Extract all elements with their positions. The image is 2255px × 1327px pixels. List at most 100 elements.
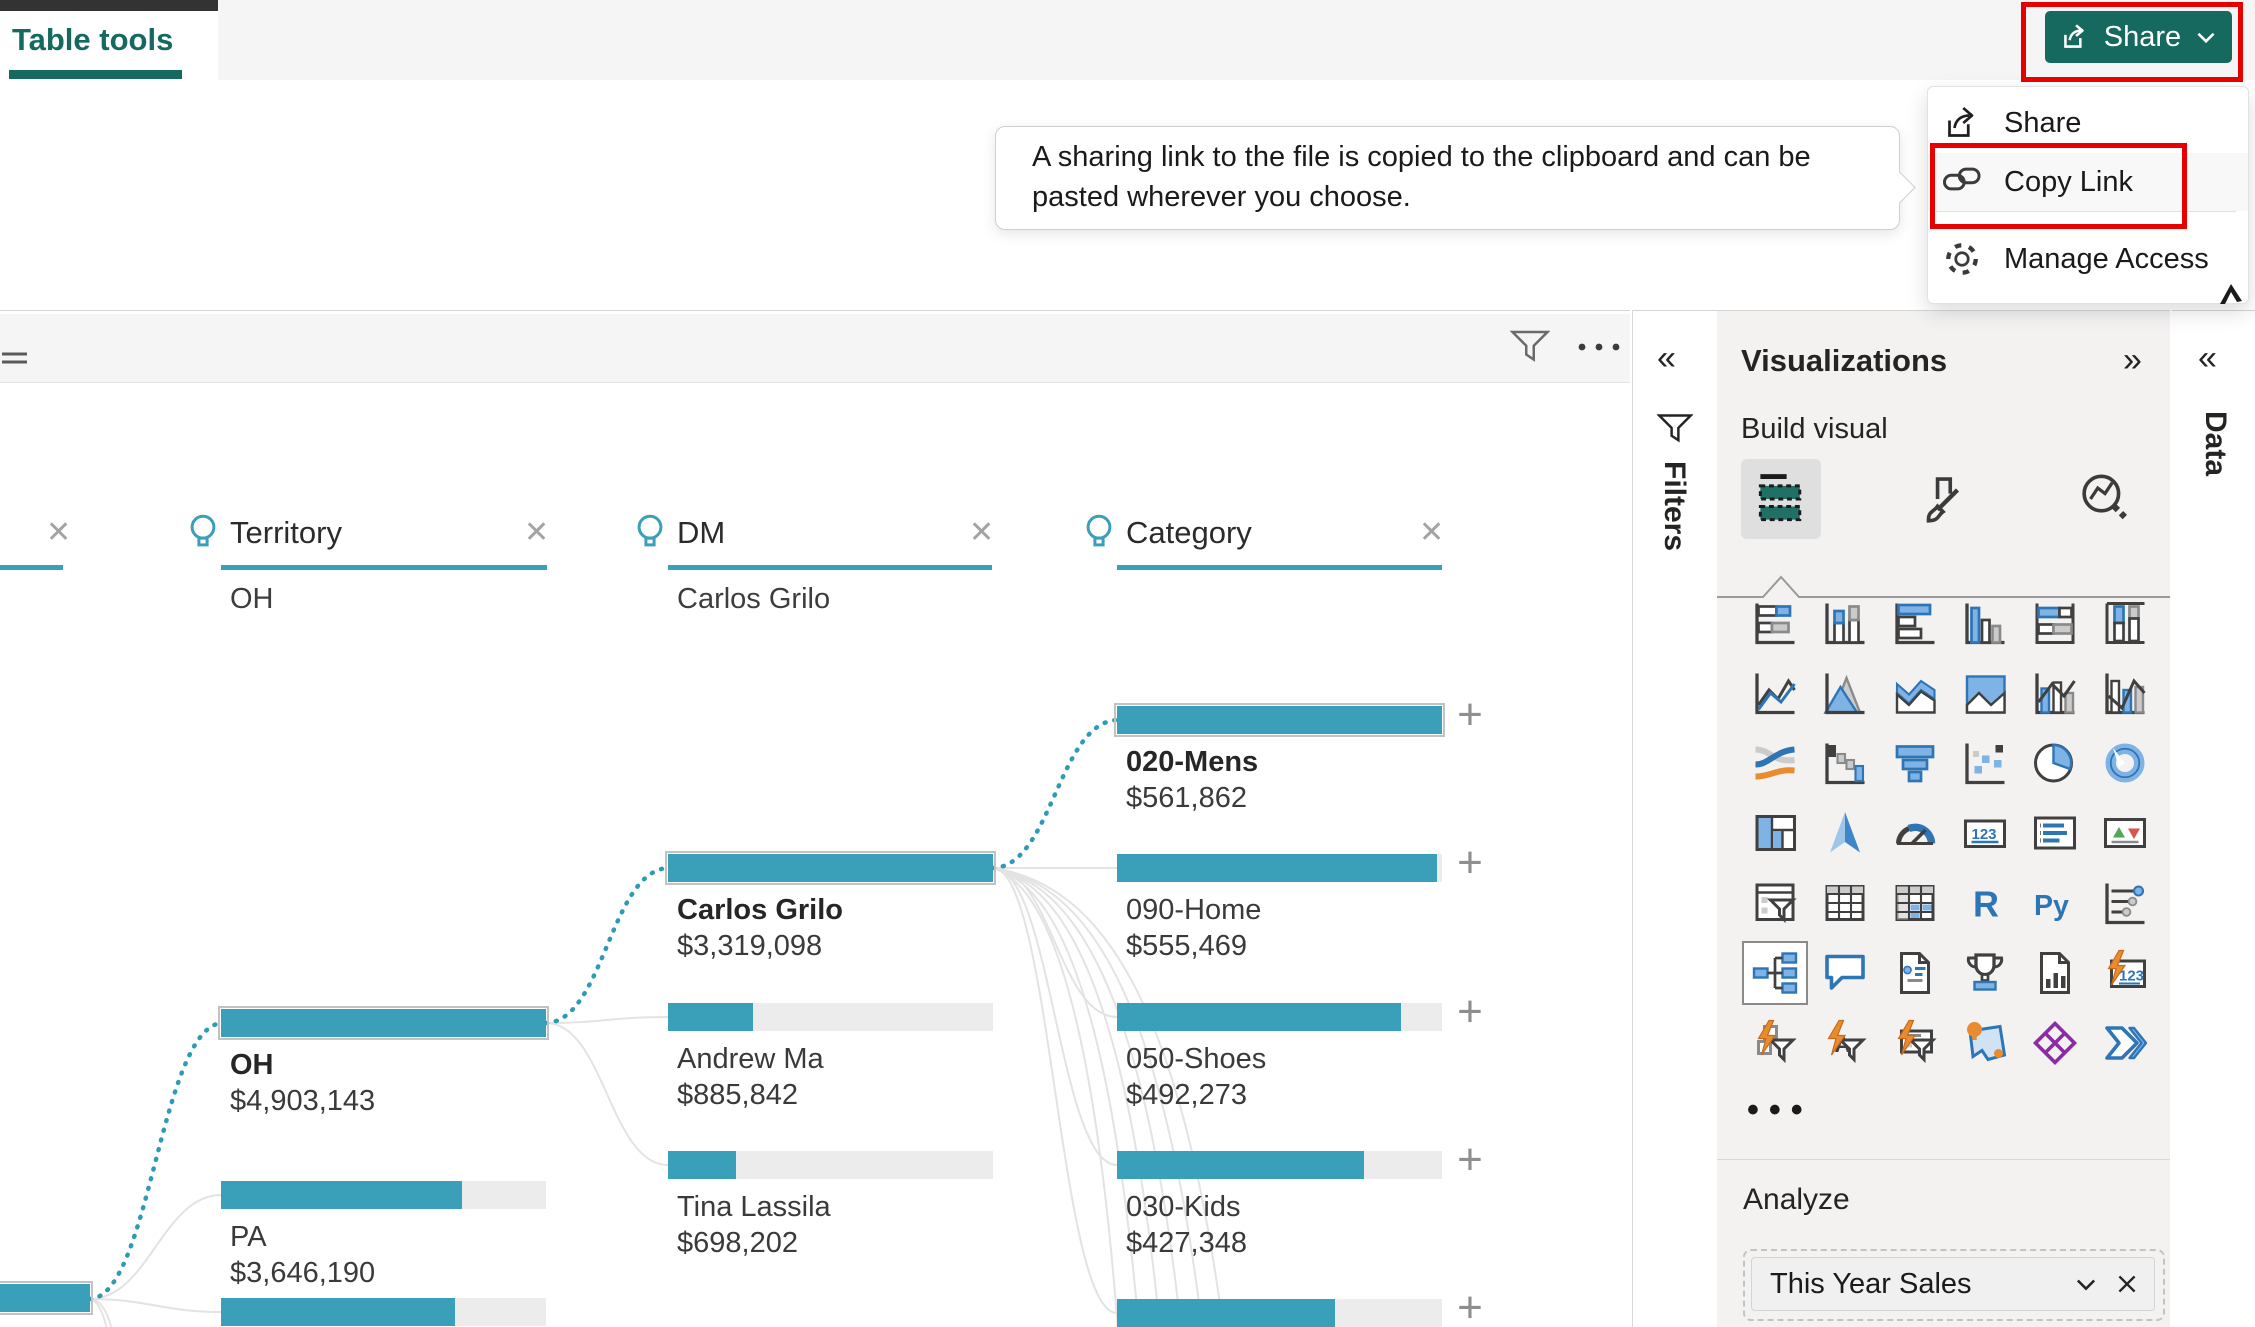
tree-node-carlos-grilo[interactable]: Carlos Grilo$3,319,098 — [668, 854, 993, 964]
window-top-strip — [0, 0, 218, 11]
tab-table-tools[interactable]: Table tools — [0, 0, 218, 80]
node-bar[interactable] — [668, 1003, 993, 1031]
menu-item-manage-access[interactable]: Manage Access — [1928, 227, 2248, 291]
expand-node-button[interactable]: + — [1452, 1293, 1488, 1327]
node-bar[interactable] — [221, 1181, 546, 1209]
lightbulb-icon[interactable] — [1084, 513, 1114, 555]
visual-type-stacked-bar-100-chart-icon[interactable] — [2024, 593, 2086, 653]
node-value: $561,862 — [1126, 782, 1247, 815]
visual-type-text-slicer-icon[interactable]: A — [1814, 1013, 1876, 1073]
node-bar[interactable] — [221, 1298, 546, 1326]
expand-filters-icon[interactable]: « — [1657, 339, 1676, 378]
tree-node-tina-lassila[interactable]: Tina Lassila$698,202 — [668, 1151, 993, 1261]
tree-node-cut[interactable] — [1117, 1299, 1442, 1327]
visual-type-key-influencers-icon[interactable] — [2094, 873, 2156, 933]
filters-pane-title[interactable]: Filters — [1657, 461, 1691, 551]
visual-type-clustered-bar-chart-icon[interactable] — [1884, 593, 1946, 653]
header-label[interactable]: Category — [1126, 515, 1252, 551]
visual-type-gauge-icon[interactable] — [1884, 803, 1946, 863]
tab-build-visual[interactable] — [1741, 459, 1821, 539]
visual-type-smart-narrative-icon[interactable] — [1884, 943, 1946, 1003]
visual-type-line-clustered-column-chart-icon[interactable] — [2094, 663, 2156, 723]
visual-type-funnel-chart-icon[interactable] — [1884, 733, 1946, 793]
visual-type-python-icon[interactable]: Py — [2024, 873, 2086, 933]
node-bar[interactable] — [668, 1151, 993, 1179]
visual-type-power-apps-icon[interactable] — [2024, 1013, 2086, 1073]
visual-type-new-card-icon[interactable]: 123 — [2094, 943, 2156, 1003]
visual-type-treemap-icon[interactable] — [1744, 803, 1806, 863]
field-remove-icon[interactable] — [2114, 1271, 2140, 1297]
expand-node-button[interactable]: + — [1452, 848, 1488, 884]
expand-data-icon[interactable]: « — [2198, 339, 2217, 378]
visual-type-kpi-icon[interactable] — [2094, 803, 2156, 863]
node-bar[interactable] — [221, 1009, 546, 1037]
tree-node-andrew-ma[interactable]: Andrew Ma$885,842 — [668, 1003, 993, 1113]
tree-node-cut[interactable] — [221, 1298, 546, 1327]
analyze-field-pill[interactable]: This Year Sales — [1751, 1257, 2155, 1311]
visual-type-new-slicer-icon[interactable] — [1744, 1013, 1806, 1073]
close-icon[interactable]: ✕ — [524, 515, 549, 550]
tree-node-020-mens[interactable]: 020-Mens$561,862 — [1117, 706, 1442, 816]
filter-funnel-icon[interactable] — [1657, 413, 1693, 445]
lightbulb-icon[interactable] — [635, 513, 665, 555]
visual-type-donut-chart-icon[interactable] — [2094, 733, 2156, 793]
visual-type-power-automate-icon[interactable] — [2094, 1013, 2156, 1073]
visual-type-slicer-icon[interactable] — [1744, 873, 1806, 933]
visual-type-q-and-a-icon[interactable] — [1814, 943, 1876, 1003]
visual-type-table-icon[interactable] — [1814, 873, 1876, 933]
visual-type-azure-map-icon[interactable] — [1954, 1013, 2016, 1073]
header-label[interactable]: Territory — [230, 515, 342, 551]
visual-type-line-chart-icon[interactable] — [1744, 663, 1806, 723]
expand-node-button[interactable]: + — [1452, 700, 1488, 736]
visual-type-stacked-column-100-chart-icon[interactable] — [2094, 593, 2156, 653]
visual-type-button-slicer-icon[interactable] — [1884, 1013, 1946, 1073]
tree-node-090-home[interactable]: 090-Home$555,469 — [1117, 854, 1442, 964]
visual-type-clustered-column-chart-icon[interactable] — [1954, 593, 2016, 653]
tree-node-030-kids[interactable]: 030-Kids$427,348 — [1117, 1151, 1442, 1261]
visual-type-area-chart-icon[interactable] — [1814, 663, 1876, 723]
visual-type-stacked-bar-chart-icon[interactable] — [1744, 593, 1806, 653]
visual-type-scatter-chart-icon[interactable] — [1954, 733, 2016, 793]
visual-type-line-stacked-column-chart-icon[interactable] — [2024, 663, 2086, 723]
tree-node-oh[interactable]: OH$4,903,143 — [221, 1009, 546, 1119]
expand-node-button[interactable]: + — [1452, 1145, 1488, 1181]
close-icon[interactable]: ✕ — [46, 515, 71, 550]
share-icon — [1942, 103, 1982, 143]
analyze-field-well[interactable]: This Year Sales — [1743, 1249, 2165, 1321]
node-bar[interactable] — [1117, 1299, 1442, 1327]
visual-type-stacked-area-100-chart-icon[interactable] — [1954, 663, 2016, 723]
tree-node-pa[interactable]: PA$3,646,190 — [221, 1181, 546, 1291]
header-label[interactable]: DM — [677, 515, 725, 551]
data-pane-title[interactable]: Data — [2198, 411, 2232, 476]
visual-type-multi-row-card-icon[interactable] — [2024, 803, 2086, 863]
visual-type-metrics-icon[interactable] — [1954, 943, 2016, 1003]
node-bar[interactable] — [0, 1284, 90, 1312]
node-bar[interactable] — [1117, 854, 1442, 882]
node-bar[interactable] — [1117, 706, 1442, 734]
tab-analytics[interactable] — [2065, 459, 2145, 539]
visual-type-paginated-report-icon[interactable] — [2024, 943, 2086, 1003]
visual-type-ribbon-chart-icon[interactable] — [1744, 733, 1806, 793]
expand-node-button[interactable]: + — [1452, 997, 1488, 1033]
visual-type-stacked-area-chart-icon[interactable] — [1884, 663, 1946, 723]
close-icon[interactable]: ✕ — [1419, 515, 1444, 550]
tree-node-050-shoes[interactable]: 050-Shoes$492,273 — [1117, 1003, 1442, 1113]
collapse-visualizations-icon[interactable]: » — [2123, 341, 2142, 380]
visual-type-matrix-icon[interactable] — [1884, 873, 1946, 933]
visual-type-map-icon[interactable] — [1814, 803, 1876, 863]
more-visuals-button[interactable]: ••• — [1747, 1091, 1813, 1130]
visual-type-waterfall-chart-icon[interactable] — [1814, 733, 1876, 793]
visual-type-pie-chart-icon[interactable] — [2024, 733, 2086, 793]
close-icon[interactable]: ✕ — [969, 515, 994, 550]
node-bar[interactable] — [1117, 1151, 1442, 1179]
visual-type-r-script-icon[interactable]: R — [1954, 873, 2016, 933]
visual-type-decomposition-tree-icon[interactable] — [1744, 943, 1806, 1003]
tab-format-visual[interactable] — [1903, 459, 1983, 539]
lightbulb-icon[interactable] — [188, 513, 218, 555]
visual-type-card-icon[interactable]: 123 — [1954, 803, 2016, 863]
field-chevron-down-icon[interactable] — [2072, 1270, 2100, 1298]
node-bar[interactable] — [668, 854, 993, 882]
node-bar[interactable] — [1117, 1003, 1442, 1031]
tree-node-root[interactable] — [0, 1284, 90, 1327]
visual-type-stacked-column-chart-icon[interactable] — [1814, 593, 1876, 653]
